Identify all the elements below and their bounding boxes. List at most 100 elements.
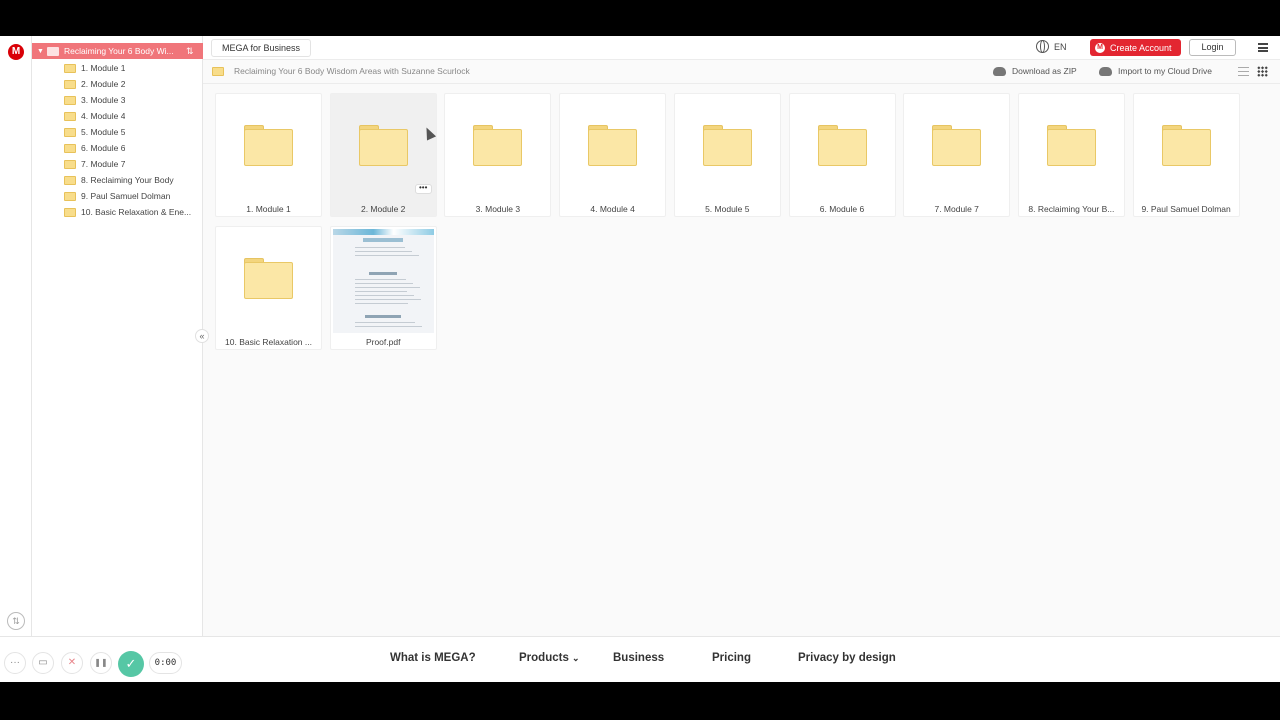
tree-item-label: 5. Module 5 <box>81 127 126 137</box>
folder-icon <box>1161 125 1211 166</box>
tree-item[interactable]: 9. Paul Samuel Dolman <box>64 189 203 203</box>
folder-icon <box>244 125 293 166</box>
camera-icon[interactable]: ▭ <box>32 652 54 674</box>
import-label: Import to my Cloud Drive <box>1118 66 1212 76</box>
tree-item-label: 9. Paul Samuel Dolman <box>81 191 171 201</box>
file-name: 9. Paul Samuel Dolman <box>1141 204 1231 214</box>
tree-item[interactable]: 3. Module 3 <box>64 93 203 107</box>
tree-item[interactable]: 4. Module 4 <box>64 109 203 123</box>
file-name: 10. Basic Relaxation ... <box>225 337 312 347</box>
folder-icon <box>64 63 76 73</box>
folder-card[interactable]: 9. Paul Samuel Dolman <box>1132 93 1240 217</box>
folder-icon <box>1046 125 1096 166</box>
tree-root-label: Reclaiming Your 6 Body Wi... <box>64 46 174 56</box>
folder-tree: ▼ Reclaiming Your 6 Body Wi... ⇅ 1. Modu… <box>32 36 203 636</box>
top-bar: MEGA for Business EN M Create Account Lo… <box>203 36 1280 60</box>
mega-logo-icon: M <box>1095 42 1105 53</box>
tree-item-label: 8. Reclaiming Your Body <box>81 175 174 185</box>
tree-item[interactable]: 8. Reclaiming Your Body <box>64 173 203 187</box>
file-name: 5. Module 5 <box>705 204 750 214</box>
footer: ··· ▭ ✕ ❚❚ ✓ 0:00 What is MEGA? Products… <box>0 636 1280 682</box>
import-to-cloud-button[interactable]: Import to my Cloud Drive <box>1099 66 1212 76</box>
folder-card[interactable]: 10. Basic Relaxation ... <box>215 226 322 350</box>
folder-icon <box>64 127 76 137</box>
caret-down-icon[interactable]: ▼ <box>37 48 47 55</box>
create-account-button[interactable]: M Create Account <box>1090 39 1181 56</box>
chevron-down-icon: ⌄ <box>572 653 580 663</box>
folder-icon <box>702 125 752 166</box>
folder-icon <box>358 125 408 166</box>
sync-icon[interactable]: ⇅ <box>7 612 25 630</box>
folder-icon <box>64 191 76 201</box>
breadcrumb-bar: Reclaiming Your 6 Body Wisdom Areas with… <box>203 60 1280 84</box>
folder-card[interactable]: 3. Module 3 <box>444 93 552 217</box>
folder-icon <box>64 79 76 89</box>
list-view-icon[interactable] <box>1238 67 1249 76</box>
file-name: 3. Module 3 <box>475 204 521 214</box>
left-rail: M ⇅ <box>0 36 32 636</box>
tree-root-item[interactable]: ▼ Reclaiming Your 6 Body Wi... ⇅ <box>32 43 203 59</box>
collapse-sidebar-button[interactable]: « <box>195 329 209 343</box>
folder-card[interactable]: 6. Module 6 <box>788 93 896 217</box>
folder-card[interactable]: 1. Module 1 <box>215 93 322 217</box>
folder-icon <box>932 125 982 166</box>
finish-recording-button[interactable]: ✓ <box>118 651 144 677</box>
file-name: 2. Module 2 <box>360 204 406 214</box>
folder-card[interactable]: 5. Module 5 <box>673 93 781 217</box>
pause-button[interactable]: ❚❚ <box>90 652 112 674</box>
file-name: 8. Reclaiming Your B... <box>1028 204 1115 214</box>
tree-item[interactable]: 10. Basic Relaxation & Ene... <box>64 205 203 219</box>
hamburger-menu-icon[interactable] <box>1258 43 1268 52</box>
folder-icon <box>64 207 76 217</box>
tree-item-label: 2. Module 2 <box>81 79 126 89</box>
tree-item[interactable]: 1. Module 1 <box>64 61 203 75</box>
breadcrumb[interactable]: Reclaiming Your 6 Body Wisdom Areas with… <box>234 66 470 76</box>
download-zip-label: Download as ZIP <box>1012 66 1077 76</box>
tree-item[interactable]: 6. Module 6 <box>64 141 203 155</box>
folder-icon <box>588 125 638 166</box>
nav-what-is-mega[interactable]: What is MEGA? <box>390 652 476 664</box>
tree-item-label: 4. Module 4 <box>81 111 126 121</box>
file-name: 7. Module 7 <box>934 204 979 214</box>
folder-icon <box>473 125 523 166</box>
folder-icon <box>64 111 76 121</box>
folder-card[interactable]: 7. Module 7 <box>903 93 1011 217</box>
folder-icon <box>212 67 224 76</box>
more-options-button[interactable]: ••• <box>414 184 432 194</box>
grid-view-icon[interactable] <box>1257 66 1268 77</box>
download-zip-button[interactable]: Download as ZIP <box>993 66 1077 76</box>
tree-item[interactable]: 5. Module 5 <box>64 125 203 139</box>
tree-item[interactable]: 7. Module 7 <box>64 157 203 171</box>
nav-pricing[interactable]: Pricing <box>712 652 751 664</box>
sort-icon[interactable]: ⇅ <box>186 46 194 57</box>
mega-folder-page: M ⇅ ▼ Reclaiming Your 6 Body Wi... ⇅ 1. … <box>0 36 1280 682</box>
language-selector[interactable]: EN <box>1036 40 1067 53</box>
mega-for-business-tab[interactable]: MEGA for Business <box>211 39 312 57</box>
folder-icon <box>64 143 76 153</box>
folder-card[interactable]: ••• 2. Module 2 <box>329 93 437 217</box>
recording-timer: 0:00 <box>149 652 182 674</box>
tree-item[interactable]: 2. Module 2 <box>64 77 203 91</box>
pdf-thumbnail <box>332 229 434 333</box>
recorder-more-button[interactable]: ··· <box>4 652 26 674</box>
folder-card[interactable]: 8. Reclaiming Your B... <box>1017 93 1125 217</box>
file-name: 6. Module 6 <box>819 204 865 214</box>
nav-products[interactable]: Products ⌄ <box>519 652 580 664</box>
folder-card[interactable]: 4. Module 4 <box>559 93 667 217</box>
mega-logo[interactable]: M <box>8 44 24 60</box>
login-button[interactable]: Login <box>1189 39 1236 56</box>
folder-icon <box>47 46 59 56</box>
create-account-label: Create Account <box>1110 42 1172 53</box>
file-name: 4. Module 4 <box>590 204 635 214</box>
cloud-upload-icon <box>1099 66 1112 76</box>
nav-business[interactable]: Business <box>613 652 664 664</box>
file-name: 1. Module 1 <box>246 204 291 214</box>
tree-item-label: 7. Module 7 <box>81 159 126 169</box>
tree-item-label: 10. Basic Relaxation & Ene... <box>81 207 192 217</box>
folder-icon <box>817 125 867 166</box>
file-card-pdf[interactable]: Proof.pdf <box>329 226 437 350</box>
folder-icon <box>64 95 76 105</box>
nav-privacy[interactable]: Privacy by design <box>798 652 896 664</box>
cancel-recording-button[interactable]: ✕ <box>61 652 83 674</box>
tree-item-label: 3. Module 3 <box>81 95 126 105</box>
